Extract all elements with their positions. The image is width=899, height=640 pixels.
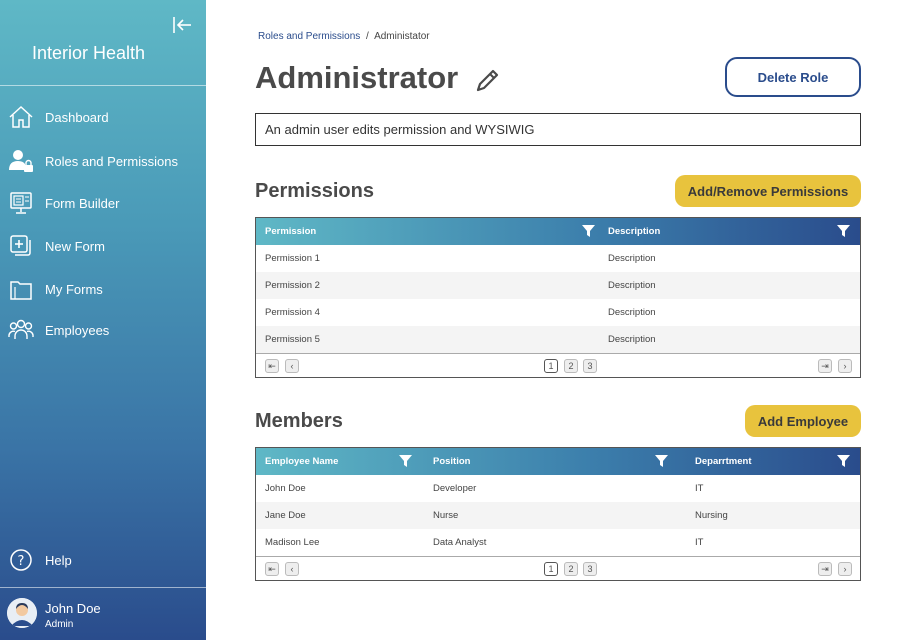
column-header-position[interactable]: Position bbox=[433, 448, 470, 475]
page-button[interactable]: 2 bbox=[564, 359, 578, 373]
page-title: Administrator bbox=[255, 60, 459, 95]
page-button[interactable]: 2 bbox=[564, 562, 578, 576]
role-description-input[interactable] bbox=[255, 113, 861, 146]
first-page-icon[interactable]: ⇤ bbox=[265, 359, 279, 373]
next-page-icon[interactable]: › bbox=[838, 359, 852, 373]
cell-description: Description bbox=[608, 253, 656, 264]
users-group-icon bbox=[8, 317, 34, 343]
sidebar-item-help[interactable]: ? Help bbox=[0, 542, 206, 578]
collapse-sidebar-icon[interactable] bbox=[171, 14, 193, 36]
table-row[interactable]: Permission 5 Description bbox=[256, 326, 860, 353]
sidebar-item-label: New Form bbox=[45, 238, 105, 254]
table-row[interactable]: Permission 2 Description bbox=[256, 272, 860, 299]
user-role: Admin bbox=[45, 619, 74, 630]
cell-position: Developer bbox=[433, 483, 477, 494]
user-lock-icon bbox=[8, 148, 34, 174]
cell-permission: Permission 1 bbox=[265, 253, 320, 264]
user-name: John Doe bbox=[45, 601, 101, 616]
cell-description: Description bbox=[608, 334, 656, 345]
cell-position: Data Analyst bbox=[433, 537, 487, 548]
pagination: ⇤ ‹ 1 2 3 ⇥ › bbox=[256, 556, 860, 580]
sidebar-item-form-builder[interactable]: Form Builder bbox=[0, 185, 206, 221]
cell-employee-name: John Doe bbox=[265, 483, 306, 494]
cell-permission: Permission 4 bbox=[265, 307, 320, 318]
members-table: Employee Name Position Deparrtment John … bbox=[255, 447, 861, 581]
column-header-description[interactable]: Description bbox=[608, 218, 660, 245]
filter-icon[interactable] bbox=[837, 225, 850, 238]
cell-position: Nurse bbox=[433, 510, 459, 521]
sidebar-item-label: Dashboard bbox=[45, 109, 109, 125]
cell-department: IT bbox=[695, 537, 704, 548]
help-circle-icon: ? bbox=[8, 547, 34, 573]
user-profile[interactable]: John Doe Admin bbox=[0, 588, 206, 640]
table-header: Employee Name Position Deparrtment bbox=[256, 448, 860, 475]
table-row[interactable]: John Doe Developer IT bbox=[256, 475, 860, 502]
members-section-title: Members bbox=[255, 410, 343, 432]
sidebar: Interior Health Dashboard Roles and Perm… bbox=[0, 0, 206, 640]
sidebar-item-label: Employees bbox=[45, 322, 110, 338]
prev-page-icon[interactable]: ‹ bbox=[285, 359, 299, 373]
add-document-icon bbox=[8, 233, 34, 259]
breadcrumb: Roles and Permissions / Administator bbox=[258, 31, 430, 42]
last-page-icon[interactable]: ⇥ bbox=[818, 562, 832, 576]
avatar bbox=[7, 598, 37, 628]
filter-icon[interactable] bbox=[582, 225, 595, 238]
first-page-icon[interactable]: ⇤ bbox=[265, 562, 279, 576]
sidebar-item-new-form[interactable]: New Form bbox=[0, 228, 206, 264]
last-page-icon[interactable]: ⇥ bbox=[818, 359, 832, 373]
table-row[interactable]: Permission 1 Description bbox=[256, 245, 860, 272]
monitor-form-icon bbox=[8, 190, 34, 216]
main-content: Roles and Permissions / Administator Adm… bbox=[206, 0, 899, 640]
cell-department: Nursing bbox=[695, 510, 728, 521]
sidebar-item-label: Roles and Permissions bbox=[45, 153, 178, 169]
table-row[interactable]: Jane Doe Nurse Nursing bbox=[256, 502, 860, 529]
home-icon bbox=[8, 104, 34, 130]
pencil-icon[interactable] bbox=[474, 66, 502, 94]
sidebar-item-employees[interactable]: Employees bbox=[0, 312, 206, 348]
page-button[interactable]: 3 bbox=[583, 359, 597, 373]
cell-permission: Permission 2 bbox=[265, 280, 320, 291]
sidebar-item-roles-and-permissions[interactable]: Roles and Permissions bbox=[0, 143, 206, 179]
filter-icon[interactable] bbox=[655, 455, 668, 468]
page-button[interactable]: 1 bbox=[544, 359, 558, 373]
breadcrumb-current: Administator bbox=[374, 31, 430, 42]
sidebar-item-label: My Forms bbox=[45, 281, 103, 297]
cell-permission: Permission 5 bbox=[265, 334, 320, 345]
sidebar-divider bbox=[0, 85, 206, 86]
table-row[interactable]: Permission 4 Description bbox=[256, 299, 860, 326]
column-header-permission[interactable]: Permission bbox=[265, 218, 316, 245]
sidebar-item-my-forms[interactable]: My Forms bbox=[0, 271, 206, 307]
sidebar-item-label: Form Builder bbox=[45, 195, 120, 211]
page-button[interactable]: 1 bbox=[544, 562, 558, 576]
add-employee-button[interactable]: Add Employee bbox=[745, 405, 861, 437]
column-header-employee-name[interactable]: Employee Name bbox=[265, 448, 338, 475]
filter-icon[interactable] bbox=[399, 455, 412, 468]
cell-department: IT bbox=[695, 483, 704, 494]
add-remove-permissions-button[interactable]: Add/Remove Permissions bbox=[675, 175, 861, 207]
table-header: Permission Description bbox=[256, 218, 860, 245]
page-button[interactable]: 3 bbox=[583, 562, 597, 576]
folder-icon bbox=[8, 276, 34, 302]
column-header-department[interactable]: Deparrtment bbox=[695, 448, 752, 475]
next-page-icon[interactable]: › bbox=[838, 562, 852, 576]
permissions-table: Permission Description Permission 1 Desc… bbox=[255, 217, 861, 378]
cell-description: Description bbox=[608, 280, 656, 291]
delete-role-button[interactable]: Delete Role bbox=[725, 57, 861, 97]
breadcrumb-link-roles[interactable]: Roles and Permissions bbox=[258, 31, 360, 42]
prev-page-icon[interactable]: ‹ bbox=[285, 562, 299, 576]
filter-icon[interactable] bbox=[837, 455, 850, 468]
sidebar-item-dashboard[interactable]: Dashboard bbox=[0, 99, 206, 135]
cell-description: Description bbox=[608, 307, 656, 318]
cell-employee-name: Jane Doe bbox=[265, 510, 306, 521]
pagination: ⇤ ‹ 1 2 3 ⇥ › bbox=[256, 353, 860, 377]
table-row[interactable]: Madison Lee Data Analyst IT bbox=[256, 529, 860, 556]
cell-employee-name: Madison Lee bbox=[265, 537, 320, 548]
help-label: Help bbox=[45, 552, 72, 568]
breadcrumb-separator: / bbox=[366, 31, 369, 42]
app-title: Interior Health bbox=[32, 43, 146, 63]
svg-text:?: ? bbox=[18, 554, 25, 569]
permissions-section-title: Permissions bbox=[255, 180, 374, 202]
